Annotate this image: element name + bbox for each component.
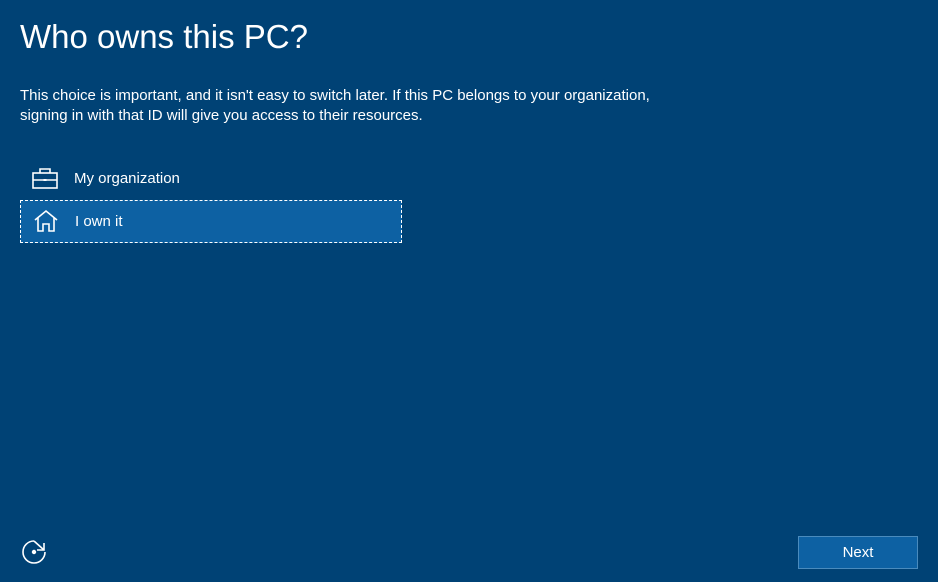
option-my-organization[interactable]: My organization — [20, 157, 402, 200]
ease-of-access-icon[interactable] — [20, 538, 48, 566]
option-label: My organization — [74, 170, 180, 187]
home-icon — [33, 208, 59, 234]
options-list: My organization I own it — [0, 127, 938, 243]
footer: Next — [0, 522, 938, 582]
next-button[interactable]: Next — [798, 536, 918, 569]
briefcase-icon — [32, 165, 58, 191]
page-title: Who owns this PC? — [0, 0, 938, 56]
next-button-label: Next — [843, 544, 874, 561]
page-description: This choice is important, and it isn't e… — [0, 56, 680, 127]
option-i-own-it[interactable]: I own it — [20, 200, 402, 243]
option-label: I own it — [75, 213, 123, 230]
